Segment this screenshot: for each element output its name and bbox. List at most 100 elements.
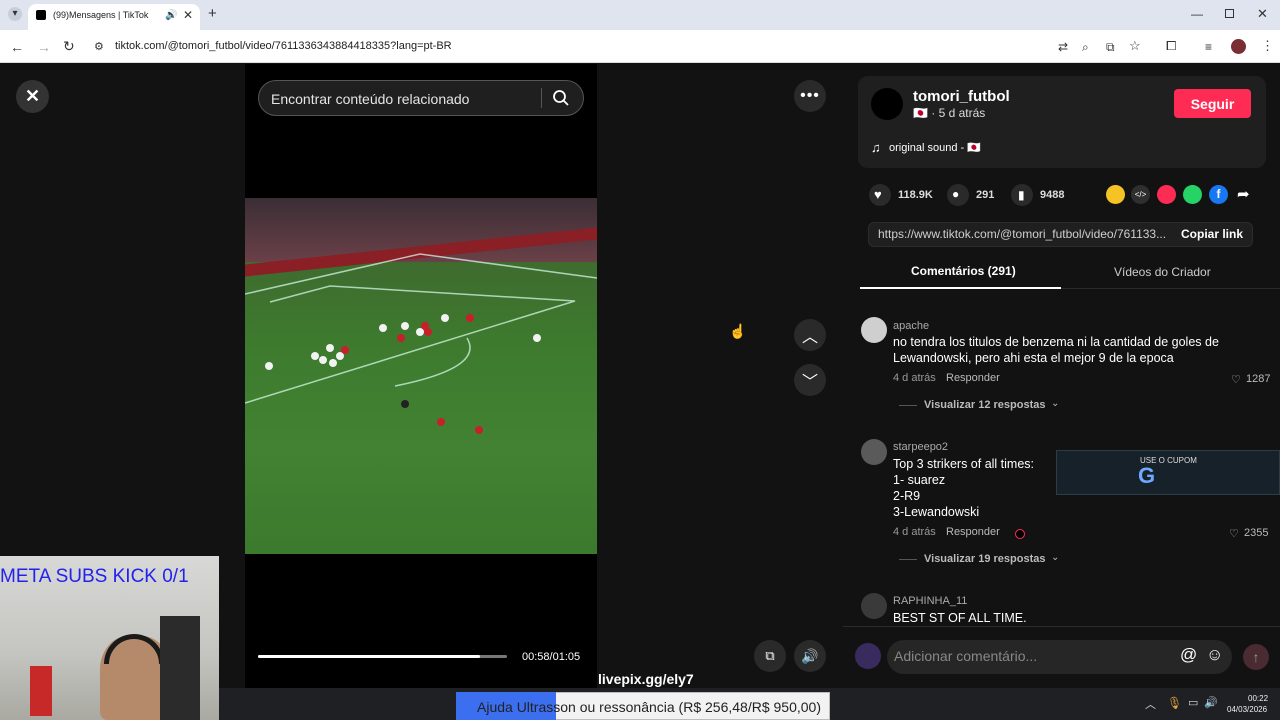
comment-text: BEST ST OF ALL TIME. — [893, 611, 1027, 625]
comment-username[interactable]: apache — [893, 320, 929, 332]
view-replies-button[interactable]: Visualizar 19 respostas — [924, 553, 1045, 565]
video-time: 00:58/01:05 — [522, 651, 581, 663]
comment-button[interactable]: ● — [947, 184, 969, 206]
more-options-button[interactable]: ••• — [794, 80, 826, 112]
network-icon[interactable]: ▭ — [1188, 696, 1198, 709]
video-link[interactable]: https://www.tiktok.com/@tomori_futbol/vi… — [878, 227, 1166, 241]
clock-date: 04/03/2026 — [1227, 705, 1268, 714]
arrow-up-icon: ↑ — [1252, 649, 1260, 665]
donation-goal-text: Ajuda Ultrasson ou ressonância (R$ 256,4… — [477, 699, 821, 715]
close-video-button[interactable]: ✕ — [16, 80, 49, 113]
comment-like-icon[interactable]: ♡ — [1229, 527, 1239, 540]
media-control-icon[interactable]: ≡ — [1205, 40, 1212, 54]
author-meta: 🇯🇵 · 5 d atrás — [913, 106, 986, 120]
replies-line — [899, 405, 917, 406]
chevron-up-icon: ︿ — [801, 329, 818, 346]
webcam-mic — [30, 666, 52, 716]
comment-username[interactable]: RAPHINHA_11 — [893, 595, 967, 607]
embed-icon[interactable]: </> — [1131, 185, 1150, 204]
tiktok-favicon — [36, 10, 46, 20]
comment-text: 1- suarez — [893, 473, 946, 487]
reply-button[interactable]: Responder — [946, 372, 1000, 384]
next-video-button[interactable]: ﹀ — [794, 364, 826, 396]
facebook-icon[interactable]: f — [1209, 185, 1228, 204]
reload-icon[interactable]: ↻ — [63, 39, 75, 53]
new-tab-icon[interactable]: + — [208, 6, 217, 21]
save-button[interactable]: ▮ — [1011, 184, 1033, 206]
comment-username[interactable]: starpeepo2 — [893, 441, 948, 453]
sound-name[interactable]: original sound - 🇯🇵 — [889, 141, 981, 154]
profile-avatar[interactable] — [1231, 39, 1246, 54]
author-avatar[interactable] — [871, 88, 903, 120]
window-close-icon[interactable]: ✕ — [1257, 7, 1268, 21]
repost-icon[interactable] — [1106, 185, 1125, 204]
more-icon: ••• — [800, 87, 820, 104]
progress-fill — [258, 655, 480, 658]
site-settings-icon[interactable]: ⚙ — [94, 40, 104, 54]
tab-close-icon[interactable]: ✕ — [183, 8, 193, 22]
reply-button[interactable]: Responder — [946, 526, 1000, 538]
mouse-cursor: ☝ — [729, 323, 747, 339]
bookmark-star-icon[interactable]: ☆ — [1129, 39, 1141, 53]
send-to-friends-icon[interactable] — [1157, 185, 1176, 204]
comment-avatar[interactable] — [861, 317, 887, 343]
replies-line — [899, 559, 917, 560]
emoji-icon[interactable]: ☺ — [1206, 645, 1223, 665]
previous-video-button[interactable]: ︿ — [794, 319, 826, 351]
send-comment-button[interactable]: ↑ — [1243, 644, 1269, 670]
comment-like-icon[interactable]: ♡ — [1231, 373, 1241, 386]
install-icon[interactable]: ⧉ — [1106, 40, 1115, 54]
tab-list-icon[interactable]: ▾ — [8, 7, 22, 21]
tab-creator-videos[interactable]: Vídeos do Criador — [1114, 265, 1211, 279]
tab-audio-icon[interactable]: 🔊 — [165, 9, 177, 23]
comment-text: Lewandowski, pero ahi esta el mejor 9 de… — [893, 351, 1174, 365]
music-note-icon: ♫ — [871, 140, 881, 155]
comment-like-count: 2355 — [1244, 527, 1269, 539]
comment-count: 291 — [976, 189, 995, 201]
comment-input-placeholder: Adicionar comentário... — [894, 648, 1038, 664]
comment-icon: ● — [952, 187, 960, 201]
browser-menu-icon[interactable]: ⋮ — [1261, 39, 1274, 53]
comment-avatar[interactable] — [861, 593, 887, 619]
maximize-icon[interactable] — [1225, 9, 1234, 18]
related-search-placeholder: Encontrar conteúdo relacionado — [271, 91, 470, 107]
comment-like-count: 1287 — [1246, 373, 1271, 385]
back-icon[interactable]: ← — [10, 40, 24, 54]
forward-icon[interactable]: → — [37, 40, 51, 54]
video-frame — [245, 198, 597, 554]
tray-chevron-icon[interactable]: ︿ — [1145, 696, 1156, 712]
volume-button[interactable]: 🔊 — [794, 640, 826, 672]
cursor-dot — [1015, 529, 1025, 539]
share-arrow-icon[interactable]: ➦ — [1237, 185, 1250, 203]
livepix-text: livepix.gg/ely7 — [598, 671, 694, 687]
follow-button[interactable]: Seguir — [1174, 89, 1251, 118]
promo-logo: G — [1138, 463, 1156, 488]
miniplayer-button[interactable]: ⧉ — [754, 640, 786, 672]
minimize-icon[interactable]: — — [1191, 7, 1203, 21]
microphone-icon[interactable]: 🎙 — [1167, 696, 1182, 710]
comment-text: no tendra los titulos de benzema ni la c… — [893, 335, 1219, 349]
translate-icon[interactable]: ⇄ — [1058, 40, 1068, 54]
mention-icon[interactable]: @ — [1180, 645, 1197, 665]
user-avatar — [855, 643, 881, 669]
extensions-icon[interactable]: ⧠ — [1166, 39, 1176, 53]
comment-text: 3-Lewandowski — [893, 505, 980, 519]
tab-comments[interactable]: Comentários (291) — [911, 264, 1016, 278]
author-username[interactable]: tomori_futbol — [913, 88, 1010, 105]
tab-title: (99)Mensagens | TikTok — [53, 10, 149, 20]
webcam-chair — [160, 616, 200, 720]
whatsapp-icon[interactable] — [1183, 185, 1202, 204]
miniplayer-icon: ⧉ — [765, 648, 775, 663]
address-bar[interactable]: tiktok.com/@tomori_futbol/video/76113363… — [115, 40, 452, 52]
chevron-down-icon: ﹀ — [801, 374, 818, 391]
search-divider — [541, 88, 542, 108]
zoom-icon[interactable]: ⌕ — [1082, 40, 1089, 54]
like-count: 118.9K — [898, 189, 933, 201]
pitch-lines — [245, 253, 597, 434]
comment-avatar[interactable] — [861, 439, 887, 465]
like-button[interactable]: ♥ — [869, 184, 891, 206]
view-replies-button[interactable]: Visualizar 12 respostas — [924, 399, 1045, 411]
copy-link-button[interactable]: Copiar link — [1181, 227, 1243, 241]
speaker-icon[interactable]: 🔊 — [1204, 696, 1218, 709]
search-icon[interactable] — [552, 89, 570, 107]
